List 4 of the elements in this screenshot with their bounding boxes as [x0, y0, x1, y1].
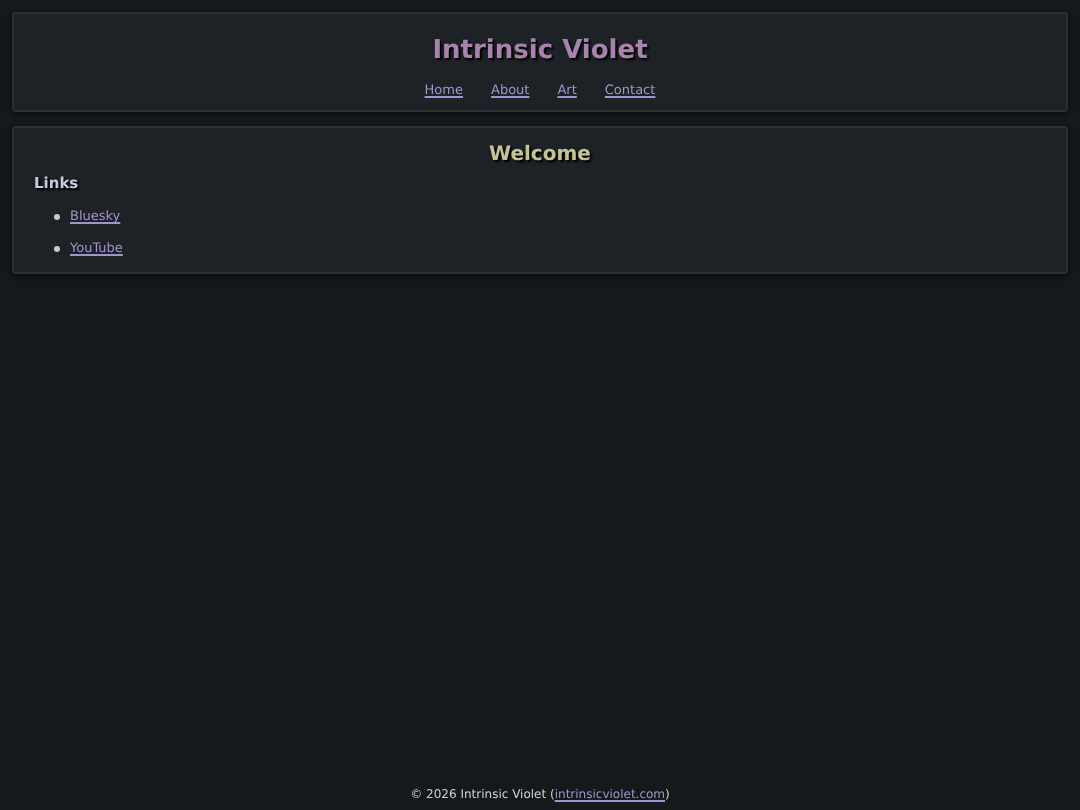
bullet-icon	[54, 213, 60, 219]
site-title: Intrinsic Violet	[430, 34, 650, 70]
welcome-heading: Welcome	[487, 144, 593, 166]
bullet-icon	[54, 245, 60, 251]
